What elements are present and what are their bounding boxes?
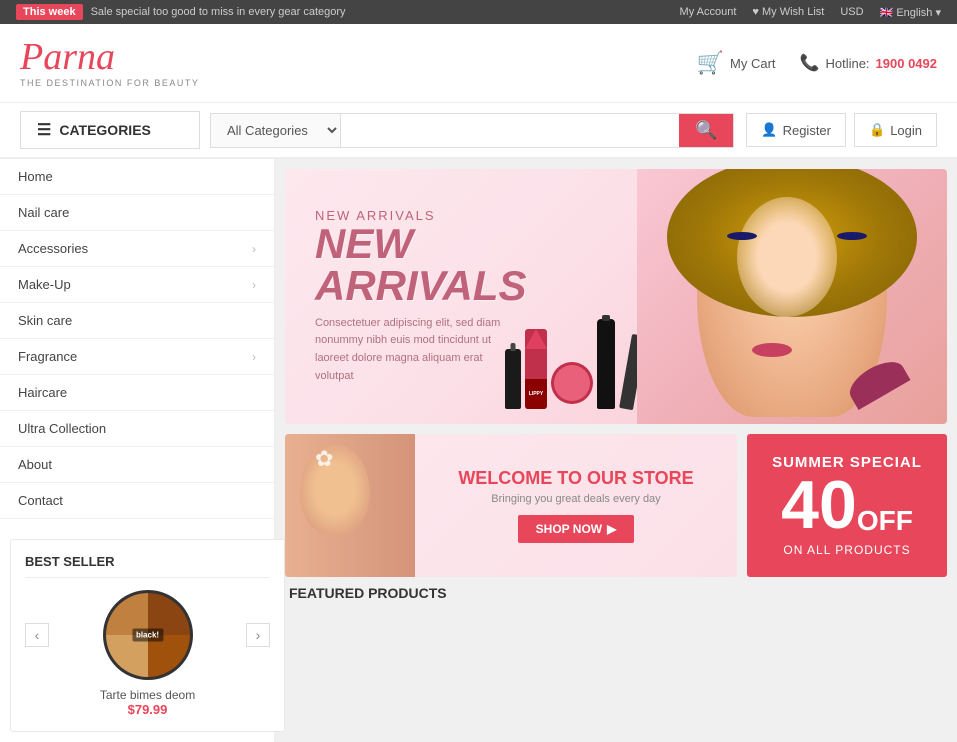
arrow-right-icon: ▶ [607, 522, 616, 536]
wishlist-link[interactable]: ♥ My Wish List [752, 6, 824, 18]
sidebar-item-skin-care[interactable]: Skin care [0, 303, 274, 339]
currency-select[interactable]: USD [840, 6, 863, 18]
sidebar-item-fragrance[interactable]: Fragrance› [0, 339, 274, 375]
lock-icon: 🔒 [869, 122, 885, 138]
register-button[interactable]: 👤 Register [746, 113, 846, 147]
product-price: $79.99 [25, 702, 270, 717]
product-image: black! [57, 590, 238, 680]
logo[interactable]: Parna THE DESTINATION FOR BEAUTY [20, 38, 199, 88]
sidebar-item-nail-care[interactable]: Nail care [0, 195, 274, 231]
sidebar: Home Nail care Accessories› Make-Up› Ski… [0, 159, 275, 742]
login-button[interactable]: 🔒 Login [854, 113, 937, 147]
sidebar-menu: Home Nail care Accessories› Make-Up› Ski… [0, 159, 274, 519]
cart-button[interactable]: 🛒 My Cart [697, 50, 776, 76]
cart-icon: 🛒 [697, 50, 724, 76]
language-select[interactable]: 🇬🇧 English ▾ [880, 6, 941, 19]
bottom-section: WELCOME TO OUR STORE Bringing you great … [285, 434, 947, 577]
carousel-prev-button[interactable]: ‹ [25, 623, 49, 647]
categories-button[interactable]: ☰ CATEGORIES [20, 111, 200, 149]
nav-bar: ☰ CATEGORIES All Categories 🔍 👤 Register… [0, 103, 957, 159]
user-icon: 👤 [761, 122, 777, 138]
account-link[interactable]: My Account [680, 6, 737, 18]
welcome-banner: WELCOME TO OUR STORE Bringing you great … [285, 434, 737, 577]
hamburger-icon: ☰ [37, 120, 51, 140]
main-content: Home Nail care Accessories› Make-Up› Ski… [0, 159, 957, 742]
category-select[interactable]: All Categories [211, 114, 341, 147]
chevron-right-icon: › [252, 278, 256, 292]
logo-tagline: THE DESTINATION FOR BEAUTY [20, 78, 199, 88]
banner-arrivals-title: NEWARRIVALS [315, 223, 527, 307]
header: Parna THE DESTINATION FOR BEAUTY 🛒 My Ca… [0, 24, 957, 103]
sidebar-item-home[interactable]: Home [0, 159, 274, 195]
search-form: All Categories 🔍 [210, 113, 734, 148]
welcome-text: WELCOME TO OUR STORE Bringing you great … [415, 434, 737, 577]
best-seller-carousel: ‹ black! › [25, 590, 270, 680]
hotline: 📞 Hotline: 1900 0492 [800, 53, 937, 73]
carousel-next-button[interactable]: › [246, 623, 270, 647]
best-seller-title: BEST SELLER [25, 554, 270, 578]
welcome-title: WELCOME TO OUR STORE [458, 468, 693, 489]
banner-description: Consectetuer adipiscing elit, sed diam n… [315, 315, 515, 385]
welcome-subtitle: Bringing you great deals every day [491, 493, 660, 505]
banner-woman-image [637, 169, 947, 424]
cart-label: My Cart [730, 56, 776, 71]
sidebar-item-makeup[interactable]: Make-Up› [0, 267, 274, 303]
banner-text: NEW ARRIVALS NEWARRIVALS Consectetuer ad… [285, 178, 557, 415]
sidebar-item-haircare[interactable]: Haircare [0, 375, 274, 411]
categories-label: CATEGORIES [59, 122, 151, 138]
search-input[interactable] [341, 114, 679, 147]
content-area: NEW ARRIVALS NEWARRIVALS Consectetuer ad… [275, 159, 957, 742]
chevron-right-icon: › [252, 350, 256, 364]
summer-special-banner: SUMMER SPECIAL 40 OFF ON ALL PRODUCTS [747, 434, 947, 577]
summer-percent: 40 OFF [781, 471, 913, 539]
sidebar-item-about[interactable]: About [0, 447, 274, 483]
search-button[interactable]: 🔍 [679, 114, 733, 147]
sidebar-item-ultra-collection[interactable]: Ultra Collection [0, 411, 274, 447]
auth-buttons: 👤 Register 🔒 Login [746, 113, 937, 147]
top-bar-left: This week Sale special too good to miss … [16, 4, 346, 20]
header-right: 🛒 My Cart 📞 Hotline: 1900 0492 [697, 50, 937, 76]
chevron-right-icon: › [252, 242, 256, 256]
hotline-number: 1900 0492 [876, 56, 937, 71]
palette-image: black! [103, 590, 193, 680]
summer-off: OFF [857, 507, 913, 535]
welcome-woman-image [285, 434, 415, 577]
best-seller-widget: BEST SELLER ‹ black! › [10, 539, 285, 732]
sidebar-item-contact[interactable]: Contact [0, 483, 274, 519]
product-compact-1 [551, 362, 593, 404]
phone-icon: 📞 [800, 53, 820, 73]
top-bar: This week Sale special too good to miss … [0, 0, 957, 24]
hotline-label: Hotline: [825, 56, 869, 71]
sidebar-item-accessories[interactable]: Accessories› [0, 231, 274, 267]
promo-badge: This week [16, 4, 83, 20]
logo-text: Parna [20, 38, 199, 76]
promo-text: Sale special too good to miss in every g… [91, 6, 346, 18]
summer-subtitle: ON ALL PRODUCTS [783, 543, 910, 557]
top-bar-right: My Account ♥ My Wish List USD 🇬🇧 English… [680, 6, 941, 19]
product-name: Tarte bimes deom [25, 688, 270, 702]
shop-now-button[interactable]: SHOP NOW ▶ [518, 515, 635, 543]
product-mascara-1 [597, 319, 615, 409]
palette-brand: black! [132, 629, 163, 642]
featured-products-label: FEATURED PRODUCTS [285, 585, 947, 601]
hero-banner: NEW ARRIVALS NEWARRIVALS Consectetuer ad… [285, 169, 947, 424]
